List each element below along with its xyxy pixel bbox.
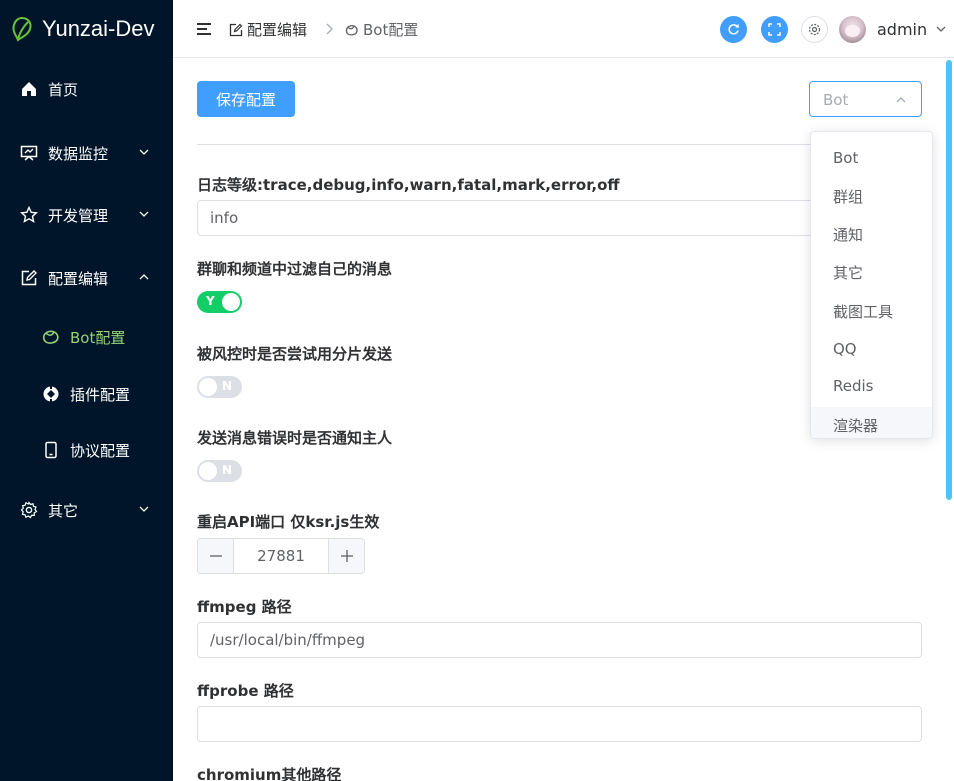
sidebar-item-home[interactable]: 首页: [0, 67, 173, 111]
fullscreen-icon: [768, 23, 781, 36]
sidebar-item-dev[interactable]: 开发管理: [0, 193, 173, 237]
split-send-label: 被风控时是否尝试用分片发送: [197, 345, 393, 363]
sidebar-item-label: 协议配置: [70, 441, 131, 460]
edit-icon: [21, 270, 37, 286]
config-select-value: Bot: [823, 91, 849, 109]
brand[interactable]: Yunzai-Dev: [0, 0, 173, 58]
breadcrumb-item-bot-config: Bot配置: [345, 19, 418, 40]
sidebar-item-config[interactable]: 配置编辑: [0, 256, 173, 300]
config-select[interactable]: Bot: [809, 81, 922, 117]
sidebar-item-label: 开发管理: [48, 206, 109, 225]
dropdown-option[interactable]: Bot: [811, 140, 932, 176]
sidebar-item-plugin-config[interactable]: 插件配置: [0, 372, 173, 416]
bot-icon: [345, 24, 358, 35]
sidebar-item-monitor[interactable]: 数据监控: [0, 131, 173, 175]
sidebar-item-protocol-config[interactable]: 协议配置: [0, 428, 173, 472]
restart-port-label: 重启API端口 仅ksr.js生效: [197, 513, 380, 531]
chevron-right-icon: [326, 23, 333, 35]
switch-knob: [222, 293, 240, 311]
edit-icon: [229, 23, 243, 36]
increment-button[interactable]: [328, 539, 364, 573]
dropdown-option[interactable]: 截图工具: [811, 293, 932, 329]
chevron-up-icon: [896, 97, 906, 103]
dropdown-option[interactable]: 群组: [811, 178, 932, 214]
ffmpeg-value: /usr/local/bin/ffmpeg: [210, 631, 366, 649]
sidebar-item-label: Bot配置: [70, 328, 126, 347]
fullscreen-button[interactable]: [761, 16, 788, 43]
header: 配置编辑 Bot配置 admin: [173, 0, 954, 58]
log-level-label: 日志等级:trace,debug,info,warn,fatal,mark,er…: [197, 176, 620, 194]
settings-button[interactable]: [801, 16, 828, 43]
scrollbar[interactable]: [945, 58, 954, 781]
monitor-icon: [20, 145, 38, 161]
restart-port-stepper: 27881: [197, 538, 365, 574]
refresh-button[interactable]: [720, 16, 747, 43]
log-level-value: info: [210, 209, 239, 227]
breadcrumb-item-config[interactable]: 配置编辑: [229, 19, 307, 40]
sidebar-item-other[interactable]: 其它: [0, 488, 173, 532]
username[interactable]: admin: [877, 20, 927, 39]
chevron-up-icon: [139, 274, 149, 280]
switch-state: N: [222, 379, 233, 393]
chevron-down-icon[interactable]: [935, 23, 947, 35]
chromium-label: chromium其他路径: [197, 766, 342, 781]
notify-master-switch[interactable]: N: [197, 460, 242, 482]
chevron-down-icon: [139, 506, 149, 512]
chevron-down-icon: [139, 149, 149, 155]
sidebar-item-label: 插件配置: [70, 385, 131, 404]
star-icon: [20, 206, 38, 223]
config-select-dropdown: Bot 群组 通知 其它 截图工具 QQ Redis 渲染器: [810, 131, 933, 439]
switch-knob: [199, 378, 217, 396]
sidebar: Yunzai-Dev 首页 数据监控 开发管理 配置编辑 Bot配置 插件配置 …: [0, 0, 173, 781]
dropdown-option[interactable]: 通知: [811, 216, 932, 252]
ffmpeg-input[interactable]: /usr/local/bin/ffmpeg: [197, 622, 922, 658]
sidebar-item-label: 数据监控: [48, 144, 109, 163]
sidebar-item-label: 其它: [48, 501, 79, 520]
plugin-icon: [43, 386, 59, 402]
breadcrumb-label: Bot配置: [363, 21, 419, 39]
dropdown-option[interactable]: 其它: [811, 254, 932, 290]
dropdown-option[interactable]: QQ: [811, 331, 932, 367]
brand-logo-icon: [12, 16, 32, 42]
notify-master-label: 发送消息错误时是否通知主人: [197, 429, 393, 447]
scrollbar-thumb[interactable]: [946, 60, 952, 500]
ffprobe-label: ffprobe 路径: [197, 682, 294, 700]
chevron-down-icon: [139, 211, 149, 217]
sidebar-item-label: 配置编辑: [48, 269, 109, 288]
switch-state: Y: [206, 294, 215, 308]
split-send-switch[interactable]: N: [197, 376, 242, 398]
home-icon: [22, 82, 36, 96]
avatar[interactable]: [839, 16, 866, 43]
dropdown-option[interactable]: Redis: [811, 368, 932, 404]
decrement-button[interactable]: [198, 539, 234, 573]
sidebar-item-label: 首页: [48, 80, 79, 99]
restart-port-value[interactable]: 27881: [234, 547, 328, 565]
bot-icon: [42, 330, 59, 344]
brand-name: Yunzai-Dev: [42, 16, 155, 41]
minus-icon: [209, 555, 222, 557]
phone-icon: [45, 441, 57, 459]
switch-knob: [199, 462, 217, 480]
filter-self-label: 群聊和频道中过滤自己的消息: [197, 260, 393, 278]
dropdown-option[interactable]: 渲染器: [811, 407, 932, 438]
menu-toggle-icon[interactable]: [197, 22, 213, 36]
ffprobe-input[interactable]: [197, 706, 922, 742]
filter-self-switch[interactable]: Y: [197, 291, 242, 313]
sidebar-item-bot-config[interactable]: Bot配置: [0, 315, 173, 359]
ffmpeg-label: ffmpeg 路径: [197, 598, 292, 616]
gear-icon: [808, 23, 821, 36]
breadcrumb-label: 配置编辑: [247, 21, 308, 39]
plus-icon: [340, 550, 353, 562]
refresh-icon: [728, 24, 739, 35]
gear-icon: [20, 501, 38, 519]
save-button[interactable]: 保存配置: [197, 81, 295, 117]
switch-state: N: [222, 463, 233, 477]
